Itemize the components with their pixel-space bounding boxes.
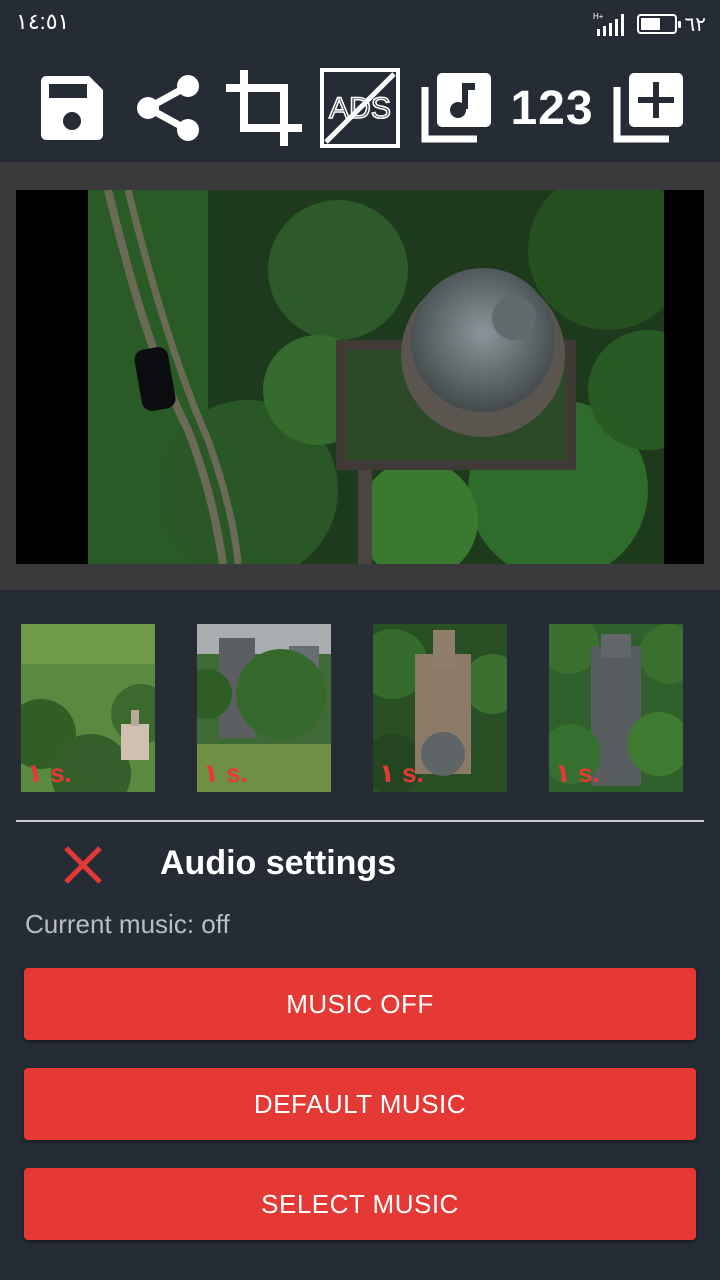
music-off-button[interactable]: MUSIC OFF [24, 968, 696, 1040]
battery-icon [636, 14, 681, 34]
thumbnail-duration: ١ s. [555, 758, 600, 788]
status-time: ١٤:٥١ [16, 9, 70, 34]
save-icon [41, 76, 103, 140]
counter-button[interactable]: 123 [506, 60, 598, 156]
default-music-button[interactable]: DEFAULT MUSIC [24, 1068, 696, 1140]
select-music-button[interactable]: SELECT MUSIC [24, 1168, 696, 1240]
thumbnail-item[interactable]: ١ s. [373, 624, 507, 792]
editor-toolbar: ADS 123 [0, 60, 720, 156]
add-photo-icon [613, 73, 683, 143]
thumbnail-item[interactable]: ١ s. [549, 624, 683, 792]
battery-percent: ٦٢ [684, 13, 706, 36]
thumbnail-item[interactable]: ١ s. [197, 624, 331, 792]
share-button[interactable] [132, 60, 204, 156]
divider [16, 820, 704, 822]
remove-ads-button[interactable]: ADS [318, 60, 402, 156]
preview-image [88, 190, 664, 564]
status-bar: ١٤:٥١ H+ ٦٢ [0, 0, 720, 48]
signal-icon: H+ [593, 11, 629, 37]
add-photo-button[interactable] [610, 60, 686, 156]
music-library-button[interactable] [418, 60, 494, 156]
thumbnail-duration: ١ s. [203, 758, 248, 788]
thumbnail-duration: ١ s. [27, 758, 72, 788]
save-button[interactable] [36, 60, 108, 156]
slide-thumbnails: ١ s. ١ s. ١ s. ١ s. [0, 624, 720, 792]
battery-fill [640, 18, 661, 30]
close-icon[interactable] [60, 842, 106, 888]
crop-icon [226, 70, 302, 146]
video-preview[interactable] [16, 190, 704, 564]
audio-settings-title: Audio settings [160, 844, 397, 882]
status-indicators: H+ ٦٢ [593, 8, 706, 40]
no-ads-icon: ADS [320, 68, 400, 148]
share-icon [137, 75, 199, 141]
crop-button[interactable] [222, 60, 306, 156]
thumbnail-item[interactable]: ١ s. [21, 624, 155, 792]
current-music-status: Current music: off [25, 909, 230, 939]
preview-panel [0, 162, 720, 590]
network-type: H+ [593, 12, 604, 21]
music-library-icon [421, 73, 491, 143]
thumbnail-duration: ١ s. [379, 758, 424, 788]
